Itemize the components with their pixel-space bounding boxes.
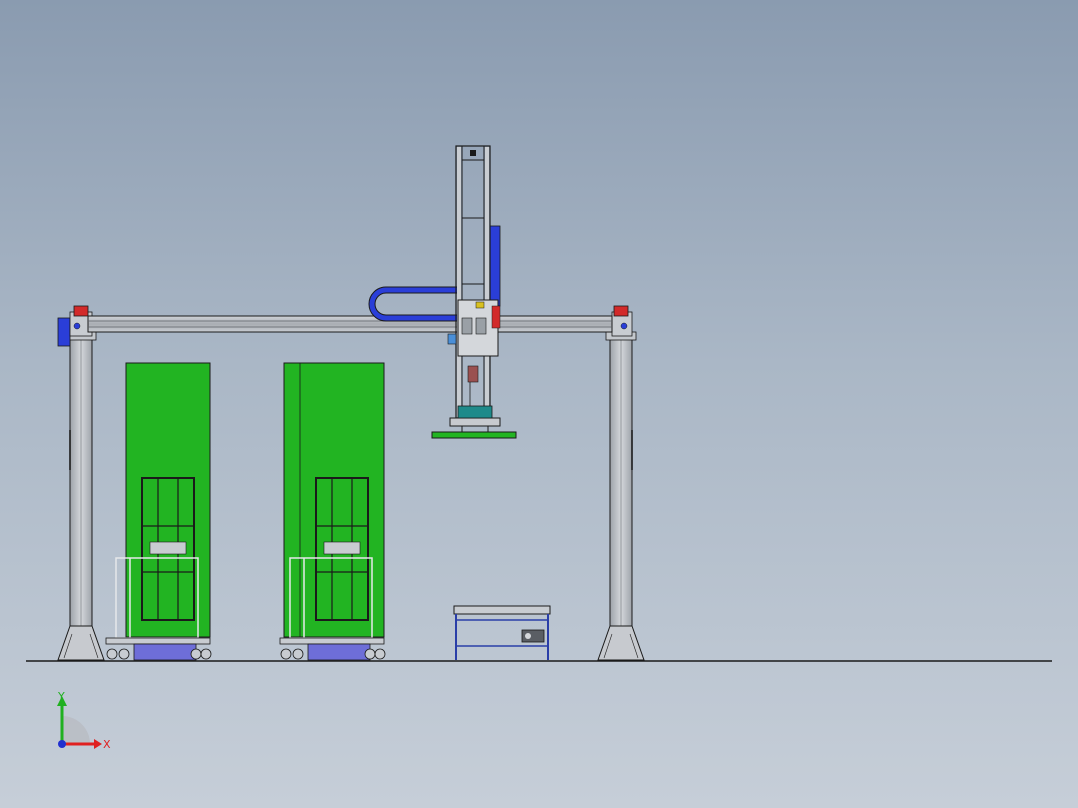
right-carriage[interactable] xyxy=(611,305,633,337)
machine-1[interactable] xyxy=(105,362,212,661)
machine-2[interactable] xyxy=(279,362,386,661)
cad-viewport[interactable]: Y X xyxy=(0,0,1078,808)
gripper-plate[interactable] xyxy=(431,431,517,439)
gantry-beam[interactable] xyxy=(87,315,613,333)
z-axis-origin xyxy=(58,740,66,748)
x-axis-label: X xyxy=(103,738,111,751)
gantry-assembly-drawing: Y X xyxy=(26,145,1052,751)
y-axis-label: Y xyxy=(57,690,65,703)
coordinate-triad: Y X xyxy=(57,690,111,751)
work-table[interactable] xyxy=(453,605,551,660)
left-column[interactable] xyxy=(57,331,105,661)
right-column[interactable] xyxy=(597,331,645,661)
